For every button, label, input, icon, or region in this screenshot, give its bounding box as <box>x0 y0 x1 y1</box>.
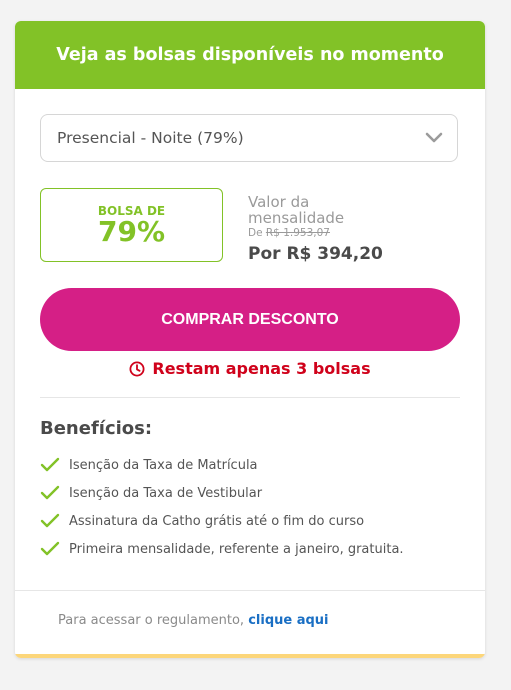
price-info: Valor da mensalidade De R$ 1.953,07 Por … <box>248 194 468 266</box>
benefit-text: Primeira mensalidade, referente a janeir… <box>69 541 404 557</box>
scholarship-badge: BOLSA DE 79% <box>40 188 223 262</box>
divider <box>15 590 485 591</box>
benefit-text: Isenção da Taxa de Vestibular <box>69 485 263 501</box>
benefit-item: Isenção da Taxa de Matrícula <box>40 451 404 479</box>
benefit-item: Primeira mensalidade, referente a janeir… <box>40 535 404 563</box>
old-price-line: De R$ 1.953,07 <box>248 226 468 240</box>
regulation-link[interactable]: clique aqui <box>248 613 328 628</box>
bottom-accent-bar <box>15 654 485 658</box>
old-price: R$ 1.953,07 <box>265 227 330 239</box>
check-icon <box>40 457 60 472</box>
remaining-alert: Restam apenas 3 bolsas <box>15 359 485 378</box>
benefits-title: Benefícios: <box>40 418 153 439</box>
buy-discount-button[interactable]: COMPRAR DESCONTO <box>40 288 460 351</box>
benefit-text: Assinatura da Catho grátis até o fim do … <box>69 513 365 529</box>
regulation-footer: Para acessar o regulamento, clique aqui <box>58 613 329 628</box>
card-header: Veja as bolsas disponíveis no momento <box>15 21 485 89</box>
remaining-text: Restam apenas 3 bolsas <box>152 359 371 378</box>
benefit-text: Isenção da Taxa de Matrícula <box>69 457 258 473</box>
scholarship-card: Veja as bolsas disponíveis no momento Pr… <box>15 21 485 658</box>
select-value: Presencial - Noite (79%) <box>57 129 244 147</box>
price-title: Valor da mensalidade <box>248 193 345 227</box>
check-icon <box>40 541 60 556</box>
chevron-down-icon <box>425 132 443 143</box>
footer-text: Para acessar o regulamento, <box>58 613 245 628</box>
clock-icon <box>129 361 145 376</box>
benefits-list: Isenção da Taxa de Matrícula Isenção da … <box>40 451 404 563</box>
benefit-item: Isenção da Taxa de Vestibular <box>40 479 404 507</box>
divider <box>40 397 460 398</box>
modality-select[interactable]: Presencial - Noite (79%) <box>40 114 458 162</box>
check-icon <box>40 513 60 528</box>
benefit-item: Assinatura da Catho grátis até o fim do … <box>40 507 404 535</box>
new-price: Por R$ 394,20 <box>248 244 383 264</box>
scholarship-percent: 79% <box>97 214 166 248</box>
check-icon <box>40 485 60 500</box>
header-title: Veja as bolsas disponíveis no momento <box>56 45 444 65</box>
old-price-prefix: De <box>248 227 263 239</box>
